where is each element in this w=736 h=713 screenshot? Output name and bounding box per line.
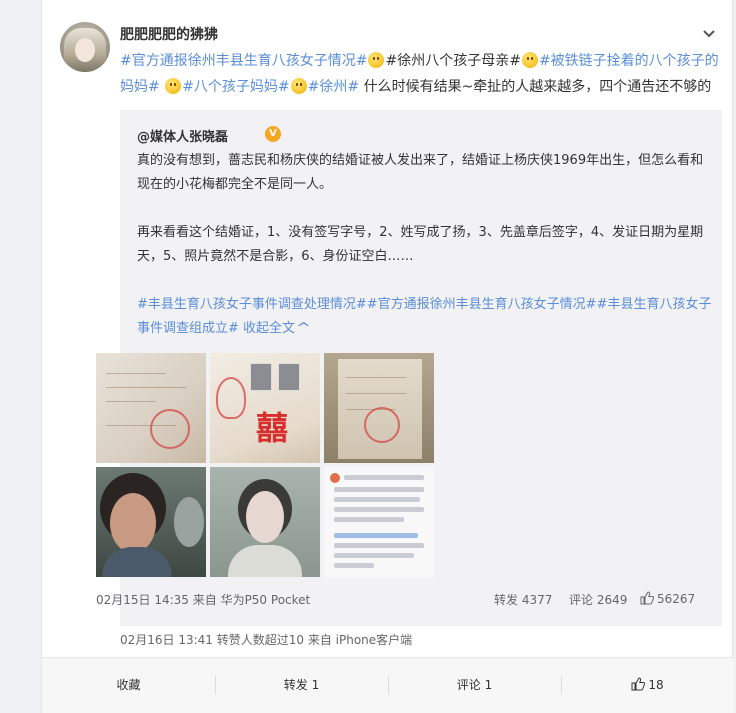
topic-link[interactable]: #官方通报徐州丰县生育八孩女子情况# [120, 53, 367, 69]
emoji-icon [368, 52, 385, 68]
image-thumbnail[interactable] [324, 467, 434, 577]
image-thumbnail[interactable]: 囍 [210, 353, 320, 463]
emoji-icon [290, 78, 307, 94]
image-thumbnail[interactable] [210, 467, 320, 577]
repost-comment-count[interactable]: 评论 2649 [569, 591, 627, 608]
image-thumbnail[interactable] [324, 353, 434, 463]
favorite-button[interactable]: 收藏 [42, 658, 215, 713]
topic-link[interactable]: #徐州# [308, 79, 359, 95]
repost-author[interactable]: @媒体人张晓磊 [137, 126, 228, 145]
image-grid: 囍 [96, 353, 436, 579]
repost-topics: #丰县生育八孩女子事件调查处理情况##官方通报徐州丰县生育八孩女子情况##丰县生… [137, 293, 712, 341]
image-thumbnail[interactable] [96, 353, 206, 463]
topic-link[interactable]: #八个孩子妈妈# [182, 79, 289, 95]
repost-like[interactable]: 56267 [640, 591, 695, 606]
emoji-icon [165, 78, 182, 94]
repost-paragraph: 真的没有想到，蔷志民和杨庆侠的结婚证被人发出来了，结婚证上杨庆侠1969年出生，… [137, 153, 704, 192]
post-body: 什么时候有结果~牵扯的人越来越多，四个通告还不够的 [359, 79, 712, 95]
xi-character: 囍 [256, 409, 289, 447]
thumbs-up-icon [631, 677, 646, 691]
repost-paragraph: 再来看看这个结婚证，1、没有签写字号，2、姓写成了扬，3、先盖章后签字，4、发证… [137, 225, 704, 264]
post-text: #官方通报徐州丰县生育八孩女子情况# #徐州八个孩子母亲# #被铁链子拴着的八个孩子… [120, 48, 720, 100]
verified-badge-icon: V [265, 126, 281, 142]
action-bar: 收藏 转发 1 评论 1 18 [42, 658, 734, 713]
topic-text[interactable]: #徐州八个孩子母亲# [385, 53, 520, 69]
emoji-icon [521, 52, 538, 68]
username[interactable]: 肥肥肥肥的狒狒 [120, 24, 218, 44]
user-avatar[interactable] [60, 22, 110, 72]
avatar-face [75, 38, 95, 62]
repost-timestamp[interactable]: 02月15日 14:35 来自 华为P50 Pocket [96, 591, 310, 608]
image-thumbnail[interactable] [96, 467, 206, 577]
thumbs-up-icon [640, 591, 654, 605]
collapse-caret-icon: ^ [295, 321, 312, 336]
collapse-link[interactable]: 收起全文 [239, 321, 295, 336]
comment-button[interactable]: 评论 1 [388, 658, 561, 713]
post-meta: 02月16日 13:41 转赞人数超过10 来自 iPhone客户端 [120, 633, 413, 647]
weibo-post-card: 肥肥肥肥的狒狒 #官方通报徐州丰县生育八孩女子情况# #徐州八个孩子母亲# #被铁链… [41, 0, 734, 713]
chevron-down-icon[interactable] [700, 24, 718, 42]
like-count: 18 [648, 678, 664, 692]
like-button[interactable]: 18 [561, 658, 734, 713]
repost-like-count: 56267 [657, 592, 696, 606]
repost-topics-links[interactable]: #丰县生育八孩女子事件调查处理情况##官方通报徐州丰县生育八孩女子情况##丰县生… [137, 297, 711, 336]
repost-forward-count[interactable]: 转发 4377 [494, 591, 552, 608]
forward-button[interactable]: 转发 1 [215, 658, 388, 713]
repost-text: 真的没有想到，蔷志民和杨庆侠的结婚证被人发出来了，结婚证上杨庆侠1969年出生，… [137, 149, 712, 351]
